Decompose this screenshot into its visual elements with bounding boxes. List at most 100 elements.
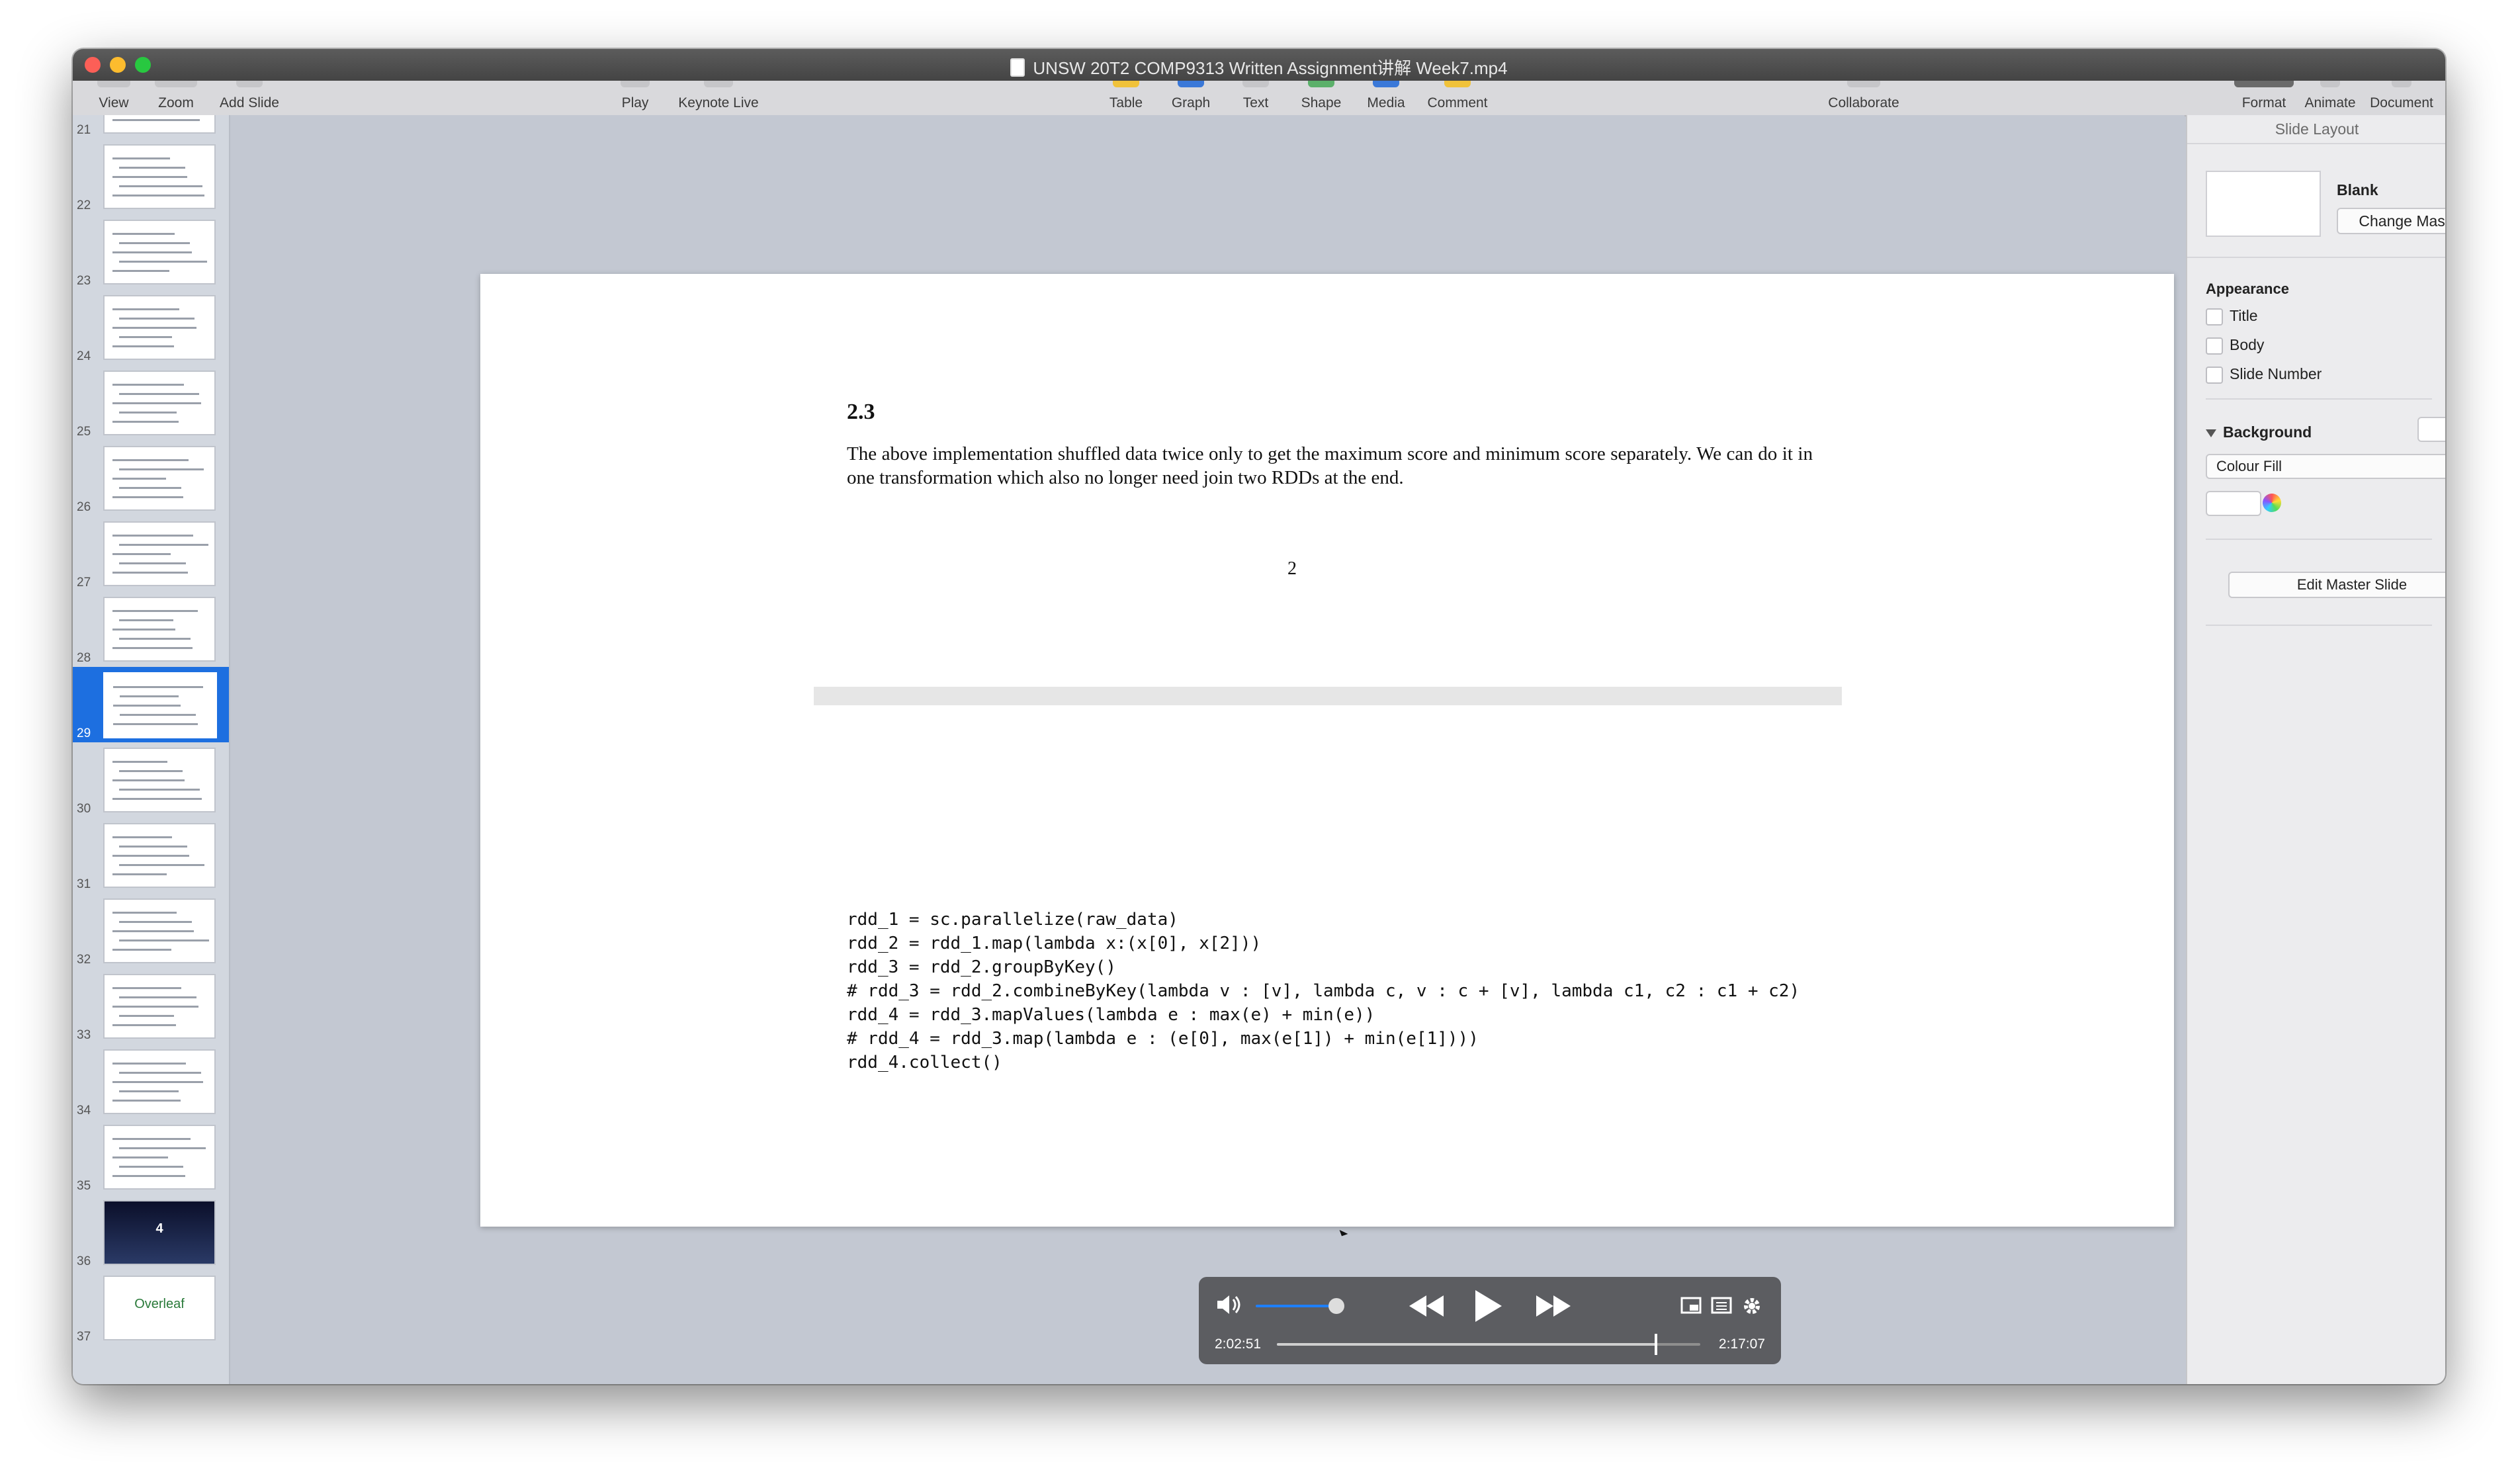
- slide-thumbnail-29[interactable]: 29: [73, 667, 229, 742]
- preview-line: [112, 572, 188, 574]
- view-button[interactable]: View: [86, 81, 142, 115]
- rewind-button[interactable]: [1408, 1293, 1445, 1323]
- mouse-pointer-icon: [1339, 1227, 1348, 1237]
- slide-thumbnail-33[interactable]: 33: [73, 969, 229, 1044]
- slide-thumbnail-36[interactable]: 4 36: [73, 1195, 229, 1270]
- slide-thumbnail-23[interactable]: 23: [73, 214, 229, 290]
- current-slide[interactable]: 2.3 The above implementation shuffled da…: [480, 274, 2174, 1237]
- slide-number-checkbox[interactable]: [2206, 367, 2223, 384]
- slide-thumbnail-22[interactable]: 22: [73, 139, 229, 214]
- preview-line: [119, 412, 177, 414]
- collaborate-button[interactable]: Collaborate: [1814, 81, 1913, 115]
- preview-line: [112, 629, 175, 631]
- body-checkbox[interactable]: [2206, 337, 2223, 355]
- window-title-text: UNSW 20T2 COMP9313 Written Assignment讲解 …: [1033, 58, 1508, 78]
- slide-thumbnail-31[interactable]: 31: [73, 818, 229, 893]
- slide-thumbnail-25[interactable]: 25: [73, 365, 229, 441]
- play-label: Play: [621, 95, 649, 110]
- slide-thumbnail-27[interactable]: 27: [73, 516, 229, 591]
- preview-line: [119, 562, 186, 564]
- slide-preview: [103, 974, 216, 1039]
- format-button[interactable]: Format: [2231, 81, 2297, 115]
- code-line: # rdd_4 = rdd_3.map(lambda e : (e[0], ma…: [847, 1029, 1479, 1049]
- appearance-divider: [2206, 398, 2432, 400]
- volume-slider[interactable]: [1256, 1305, 1335, 1307]
- gear-icon: [1744, 1298, 1760, 1314]
- change-master-button[interactable]: Change Master: [2337, 208, 2445, 234]
- code-line: rdd_3 = rdd_2.groupByKey(): [847, 957, 1116, 977]
- slide-number: 22: [77, 198, 91, 212]
- fast-forward-button[interactable]: [1535, 1293, 1572, 1323]
- inspector-header: Slide Layout: [2275, 120, 2359, 138]
- document-settings-icon: [2392, 81, 2411, 87]
- slide-preview: [103, 823, 216, 888]
- colour-wheel-icon[interactable]: [2263, 494, 2281, 512]
- slide-thumbnail-30[interactable]: 30: [73, 742, 229, 818]
- title-option-label: Title: [2230, 307, 2258, 324]
- slide-thumbnail-28[interactable]: 28: [73, 591, 229, 667]
- table-button[interactable]: Table: [1100, 81, 1152, 115]
- slide-thumbnail-37[interactable]: Overleaf 37: [73, 1270, 229, 1346]
- slide-thumbnail-32[interactable]: 32: [73, 893, 229, 969]
- preview-line: [119, 544, 208, 546]
- shape-button[interactable]: Shape: [1293, 81, 1350, 115]
- fill-colour-well[interactable]: [2206, 491, 2261, 516]
- preview-line: [119, 846, 187, 848]
- edit-master-slide-button[interactable]: Edit Master Slide: [2228, 572, 2445, 598]
- add-slide-button[interactable]: Add Slide: [213, 81, 286, 115]
- title-checkbox[interactable]: [2206, 308, 2223, 326]
- play-button[interactable]: Play: [609, 81, 662, 115]
- document-icon: [1010, 58, 1025, 77]
- preview-line: [119, 619, 173, 621]
- preview-line: [119, 1015, 174, 1017]
- background-colour-well[interactable]: [2417, 417, 2445, 442]
- keynote-live-button[interactable]: Keynote Live: [672, 81, 765, 115]
- seek-progress: [1277, 1343, 1656, 1346]
- volume-button[interactable]: [1216, 1293, 1242, 1320]
- seek-handle[interactable]: [1654, 1334, 1657, 1355]
- list-icon: [1711, 1297, 1732, 1314]
- slide-thumbnail-21[interactable]: 21: [73, 115, 229, 139]
- slide-thumbnail-24[interactable]: 24: [73, 290, 229, 365]
- background-disclosure[interactable]: Background: [2206, 423, 2312, 441]
- preview-line: [119, 185, 202, 187]
- picture-in-picture-icon: [1680, 1297, 1702, 1314]
- chapters-button[interactable]: [1711, 1297, 1732, 1317]
- slide-thumbnail-34[interactable]: 34: [73, 1044, 229, 1119]
- preview-line: [119, 468, 204, 470]
- graph-icon: [1178, 81, 1204, 87]
- zoom-button[interactable]: Zoom: [148, 81, 204, 115]
- play-pause-button[interactable]: [1471, 1289, 1504, 1327]
- slide-thumbnail-26[interactable]: 26: [73, 441, 229, 516]
- preview-line: [112, 195, 204, 196]
- preview-line: [112, 270, 169, 272]
- master-thumbnail[interactable]: [2206, 171, 2321, 237]
- slide-preview: [103, 748, 216, 812]
- keynote-window: UNSW 20T2 COMP9313 Written Assignment讲解 …: [73, 49, 2445, 1384]
- section-heading: 2.3: [847, 400, 875, 424]
- slide-preview: [103, 1125, 216, 1190]
- volume-knob[interactable]: [1328, 1298, 1344, 1314]
- graph-button[interactable]: Graph: [1164, 81, 1217, 115]
- document-button[interactable]: Document: [2363, 81, 2440, 115]
- code-line: rdd_1 = sc.parallelize(raw_data): [847, 910, 1178, 930]
- text-button[interactable]: Text: [1229, 81, 1282, 115]
- slide-number: 23: [77, 274, 91, 288]
- picture-in-picture-button[interactable]: [1680, 1297, 1702, 1317]
- fill-type-select[interactable]: Colour Fill⇕: [2206, 454, 2445, 479]
- preview-line: [112, 176, 187, 178]
- settings-button[interactable]: [1741, 1295, 1762, 1320]
- preview-line: [112, 384, 184, 386]
- slide-number: 33: [77, 1028, 91, 1042]
- animate-button[interactable]: Animate: [2297, 81, 2363, 115]
- media-button[interactable]: Media: [1358, 81, 1414, 115]
- preview-line: [119, 393, 199, 395]
- slide-thumbnail-35[interactable]: 35: [73, 1119, 229, 1195]
- slide-navigator[interactable]: 21 22 23 24 25 26 27 28 29 30 31 32 33 34 35 4 36 Overlea…: [73, 115, 230, 1384]
- slide-preview: [103, 295, 216, 360]
- collaborate-icon: [1847, 81, 1880, 87]
- play-icon: [621, 81, 650, 87]
- preview-line: [120, 714, 196, 716]
- seek-bar[interactable]: [1277, 1334, 1700, 1355]
- comment-button[interactable]: Comment: [1421, 81, 1494, 115]
